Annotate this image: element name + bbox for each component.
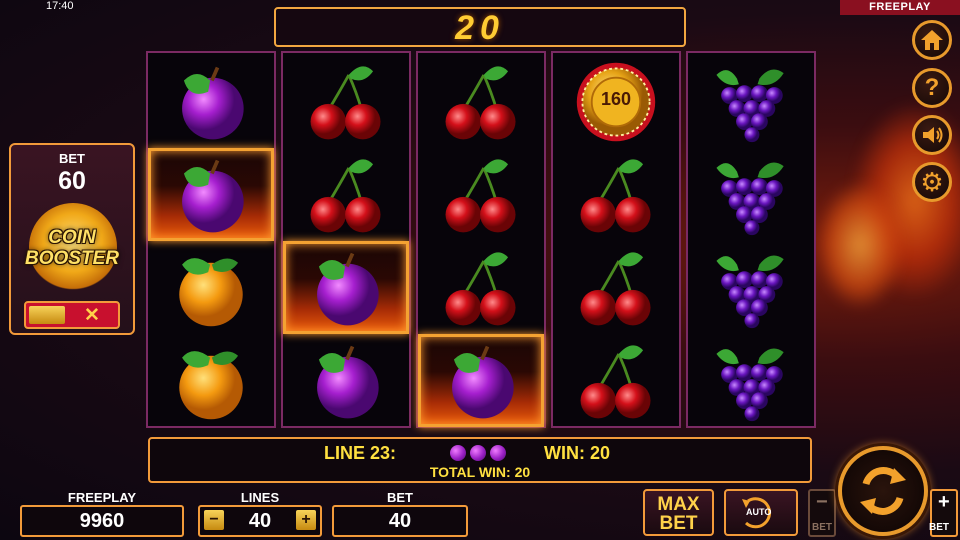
coin-symbol-value: 160 [600,89,632,109]
minus-icon: − [816,491,828,513]
total-win-label: TOTAL WIN: 20 [429,464,531,480]
bet-increase-button[interactable]: + BET [929,489,958,537]
bet-label: BET [387,490,413,505]
booster-title-line1: COIN [48,227,96,248]
top-win-display: 20 [274,7,686,47]
symbol-cherry [553,334,679,427]
symbol-orange [148,241,274,334]
symbol-plum-winning [148,148,274,241]
booster-toggle[interactable]: ✕ [24,301,120,329]
sound-button[interactable] [912,115,952,155]
reel-2 [281,51,411,428]
symbol-cherry [553,148,679,241]
spin-icon [860,467,906,515]
sound-icon [923,127,943,143]
symbol-plum-winning [283,241,409,334]
help-button[interactable]: ? [912,68,952,108]
bet-value: 40 [332,505,468,537]
symbol-cherry [553,241,679,334]
lines-stepper: − 40 + [198,505,322,537]
reel-3 [416,51,546,428]
gear-icon: ⚙ [920,167,944,197]
max-bet-line2: BET [659,513,698,534]
reel-1 [146,51,276,428]
symbol-cherry [418,55,544,148]
plum-mini-icon [490,445,506,461]
close-x-icon: ✕ [84,305,100,326]
booster-bet-value: 60 [58,167,86,195]
bet-plus-label: BET [929,522,949,533]
symbol-plum-winning [418,334,544,427]
reel-4: 160 [551,51,681,428]
symbol-cherry [283,148,409,241]
coin-booster-panel: BET 60 COIN BOOSTER ✕ [9,143,135,335]
home-button[interactable] [912,20,952,60]
symbol-coin: 160 [553,55,679,148]
max-bet-line1: MAX [657,494,700,515]
reel-5 [686,51,816,428]
toggle-knob [29,306,65,324]
booster-bet-label: BET [59,151,85,166]
max-bet-button[interactable]: MAX BET [643,489,714,536]
symbol-plum [283,334,409,427]
lines-plus-button[interactable]: + [296,510,316,530]
symbol-orange [148,334,274,427]
flame-decoration [815,180,905,310]
lines-value: 40 [248,510,272,532]
auto-spin-button[interactable]: AUTO [724,489,798,536]
plum-mini-icon [450,445,466,461]
plus-icon: + [938,491,950,513]
booster-title-line2: BOOSTER [25,248,119,269]
win-info-bar: LINE 23: WIN: 20 TOTAL WIN: 20 [148,437,812,483]
settings-button[interactable]: ⚙ [912,162,952,202]
freeplay-balance: 9960 [20,505,184,537]
bet-minus-label: BET [812,522,832,533]
spin-button[interactable] [838,446,928,536]
win-line-label: LINE 23: [324,443,397,463]
symbol-cherry [418,241,544,334]
lines-label: LINES [240,490,280,505]
help-icon: ? [924,74,940,101]
symbol-plum [148,55,274,148]
freeplay-label: FREEPLAY [67,490,137,505]
win-amount-label: WIN: 20 [544,443,611,463]
symbol-grapes [688,334,814,427]
auto-label: AUTO [746,507,772,517]
clock: 17:40 [46,0,74,12]
bet-decrease-button[interactable]: − BET [808,489,836,537]
plum-mini-icon [470,445,486,461]
symbol-grapes [688,241,814,334]
symbol-grapes [688,148,814,241]
symbol-grapes [688,55,814,148]
home-icon [921,30,943,50]
freeplay-tag: FREEPLAY [840,0,960,15]
booster-title: COIN BOOSTER [11,227,133,269]
symbol-cherry [283,55,409,148]
lines-minus-button[interactable]: − [204,510,224,530]
symbol-cherry [418,148,544,241]
